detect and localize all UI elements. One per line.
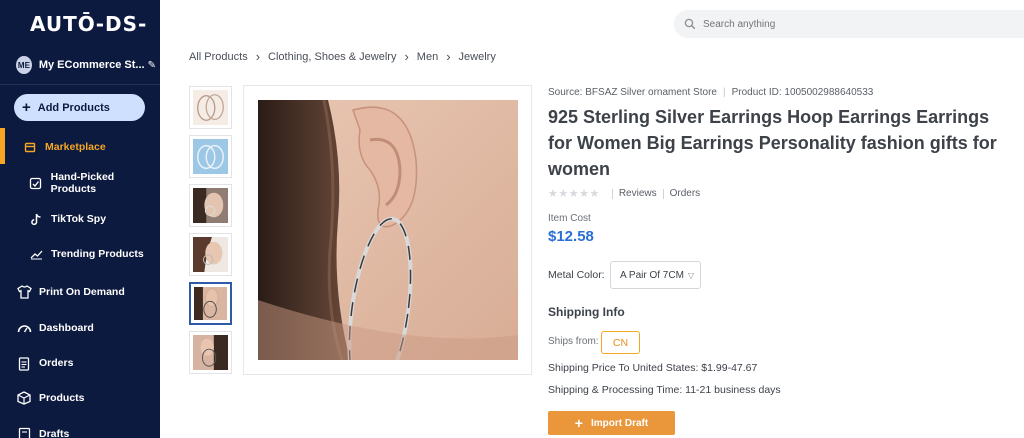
- product-id: Product ID: 1005002988640533: [731, 87, 874, 98]
- breadcrumb: All Products › Clothing, Shoes & Jewelry…: [189, 49, 496, 64]
- app-root: AUTŌ-DS- ME My ECommerce St... ✎ + Add P…: [0, 0, 1024, 438]
- sidebar-item-drafts[interactable]: Drafts: [0, 421, 160, 438]
- sidebar-item-print-on-demand[interactable]: Print On Demand: [0, 279, 160, 305]
- item-price: $12.58: [548, 228, 594, 245]
- chevron-down-icon: ▽: [687, 270, 695, 280]
- product-thumbnail-3[interactable]: [189, 184, 232, 227]
- meta-divider: |: [722, 87, 726, 98]
- edit-pencil-icon[interactable]: ✎: [148, 60, 156, 71]
- rating-divider: [662, 188, 664, 199]
- thumbnail-image: [193, 188, 228, 223]
- sidebar-item-tiktok-spy[interactable]: TikTok Spy: [0, 206, 160, 232]
- thumbnail-image: [193, 90, 228, 125]
- product-rating: ★★★★★ Reviews Orders: [548, 187, 700, 200]
- thumbnail-image: [193, 237, 228, 272]
- tiktok-icon: [28, 211, 44, 227]
- sidebar-item-label: Drafts: [39, 428, 70, 438]
- store-avatar: ME: [16, 56, 32, 74]
- shipping-time: Shipping & Processing Time: 11-21 busine…: [548, 384, 781, 396]
- ships-from-label: Ships from:: [548, 336, 599, 347]
- add-products-button[interactable]: + Add Products: [14, 94, 145, 121]
- shop-icon: [22, 139, 38, 155]
- ships-from-country-option[interactable]: CN: [601, 331, 640, 354]
- drafts-icon: [16, 426, 32, 438]
- chevron-right-icon: ›: [446, 49, 451, 64]
- sidebar-item-orders[interactable]: Orders: [0, 350, 160, 376]
- sidebar-divider: [0, 84, 160, 85]
- product-meta: Source: BFSAZ Silver ornament Store | Pr…: [548, 87, 873, 98]
- metal-color-value: A Pair Of 7CM: [620, 269, 684, 281]
- thumbnail-image: [194, 287, 227, 320]
- metal-color-label: Metal Color:: [548, 269, 605, 281]
- chevron-right-icon: ›: [255, 49, 261, 64]
- tshirt-icon: [16, 284, 32, 300]
- trending-icon: [28, 246, 44, 262]
- earring-photo: [258, 100, 518, 360]
- sidebar-item-products[interactable]: Products: [0, 385, 160, 411]
- sidebar-item-dashboard[interactable]: Dashboard: [0, 315, 160, 341]
- search-input[interactable]: [703, 18, 993, 30]
- thumbnail-image: [193, 335, 228, 370]
- shipping-info-heading: Shipping Info: [548, 305, 625, 319]
- import-draft-label: Import Draft: [590, 417, 649, 429]
- metal-color-select[interactable]: A Pair Of 7CM ▽: [610, 261, 701, 289]
- breadcrumb-category[interactable]: Clothing, Shoes & Jewelry: [268, 51, 396, 63]
- rating-stars-icon: ★★★★★: [548, 188, 600, 200]
- sidebar-item-label: Hand-Picked Products: [50, 171, 115, 195]
- reviews-link[interactable]: Reviews: [619, 188, 657, 199]
- orders-link[interactable]: Orders: [670, 188, 701, 199]
- plus-icon: +: [22, 99, 31, 116]
- sidebar-item-marketplace[interactable]: Marketplace: [0, 134, 160, 160]
- breadcrumb-subcategory[interactable]: Men: [417, 51, 438, 63]
- item-cost-label: Item Cost: [548, 213, 591, 224]
- sidebar-item-label: Orders: [39, 357, 74, 369]
- product-source: Source: BFSAZ Silver ornament Store: [548, 87, 717, 98]
- chevron-right-icon: ›: [404, 49, 409, 64]
- thumbnail-image: [193, 139, 228, 174]
- rating-divider: [611, 188, 613, 199]
- import-draft-button[interactable]: + Import Draft: [548, 411, 675, 435]
- search-bar[interactable]: [674, 10, 1024, 38]
- sidebar-item-label: Trending Products: [51, 248, 144, 260]
- sidebar-item-hand-picked[interactable]: Hand-Picked Products: [0, 170, 160, 196]
- product-title: 925 Sterling Silver Earrings Hoop Earrin…: [548, 107, 997, 179]
- store-name: My ECommerce St...: [38, 59, 145, 71]
- product-thumbnail-4[interactable]: [189, 233, 232, 276]
- gauge-icon: [16, 320, 32, 336]
- breadcrumb-all-products[interactable]: All Products: [189, 51, 248, 63]
- breadcrumb-current[interactable]: Jewelry: [459, 51, 496, 63]
- product-main-image[interactable]: [258, 100, 518, 360]
- sidebar-item-trending[interactable]: Trending Products: [0, 241, 160, 267]
- product-thumbnail-5[interactable]: [189, 282, 232, 325]
- sidebar: AUTŌ-DS- ME My ECommerce St... ✎ + Add P…: [0, 0, 160, 438]
- autods-logo[interactable]: AUTŌ-DS-: [30, 12, 147, 36]
- sidebar-item-label: Dashboard: [39, 322, 94, 334]
- product-thumbnail-6[interactable]: [189, 331, 232, 374]
- store-selector[interactable]: ME My ECommerce St... ✎: [16, 55, 156, 75]
- hand-picked-icon: [28, 175, 44, 191]
- box-icon: [16, 390, 32, 406]
- sidebar-item-label: Print On Demand: [39, 286, 125, 298]
- product-thumbnail-1[interactable]: [189, 86, 232, 129]
- plus-icon: +: [574, 415, 583, 431]
- clipboard-icon: [16, 355, 32, 371]
- add-products-label: Add Products: [37, 101, 110, 114]
- shipping-price: Shipping Price To United States: $1.99-4…: [548, 362, 758, 374]
- sidebar-item-label: Products: [39, 392, 85, 404]
- search-icon: [684, 18, 696, 30]
- product-thumbnail-2[interactable]: [189, 135, 232, 178]
- sidebar-item-label: TikTok Spy: [51, 213, 107, 225]
- sidebar-item-label: Marketplace: [45, 141, 106, 153]
